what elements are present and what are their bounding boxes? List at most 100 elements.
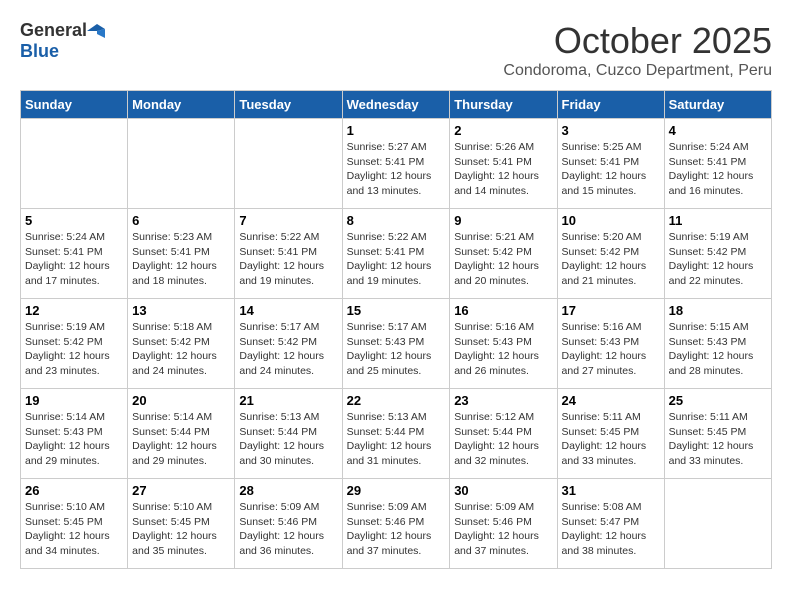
calendar-day-cell: 20 Sunrise: 5:14 AM Sunset: 5:44 PM Dayli… bbox=[128, 389, 235, 479]
day-number: 15 bbox=[347, 303, 446, 318]
day-info: Sunrise: 5:19 AM Sunset: 5:42 PM Dayligh… bbox=[669, 230, 767, 289]
calendar-day-cell: 25 Sunrise: 5:11 AM Sunset: 5:45 PM Dayli… bbox=[664, 389, 771, 479]
day-number: 7 bbox=[239, 213, 337, 228]
title-area: October 2025 Condoroma, Cuzco Department… bbox=[503, 20, 772, 80]
day-info: Sunrise: 5:17 AM Sunset: 5:42 PM Dayligh… bbox=[239, 320, 337, 379]
calendar-day-cell: 13Sunrise: 5:18 AM Sunset: 5:42 PM Dayli… bbox=[128, 299, 235, 389]
calendar-table: SundayMondayTuesdayWednesdayThursdayFrid… bbox=[20, 90, 772, 569]
day-number: 12 bbox=[25, 303, 123, 318]
weekday-header-thursday: Thursday bbox=[450, 91, 557, 119]
day-number: 29 bbox=[347, 483, 446, 498]
day-number: 8 bbox=[347, 213, 446, 228]
calendar-day-cell: 10 Sunrise: 5:20 AM Sunset: 5:42 PM Dayli… bbox=[557, 209, 664, 299]
day-info: Sunrise: 5:11 AM Sunset: 5:45 PM Dayligh… bbox=[669, 410, 767, 469]
calendar-day-cell: 23Sunrise: 5:12 AM Sunset: 5:44 PM Dayli… bbox=[450, 389, 557, 479]
calendar-day-cell: 12 Sunrise: 5:19 AM Sunset: 5:42 PM Dayli… bbox=[21, 299, 128, 389]
day-number: 27 bbox=[132, 483, 230, 498]
day-info: Sunrise: 5:09 AM Sunset: 5:46 PM Dayligh… bbox=[347, 500, 446, 559]
day-number: 4 bbox=[669, 123, 767, 138]
empty-cell bbox=[21, 119, 128, 209]
calendar-day-cell: 4 Sunrise: 5:24 AM Sunset: 5:41 PM Daylig… bbox=[664, 119, 771, 209]
day-info: Sunrise: 5:08 AM Sunset: 5:47 PM Dayligh… bbox=[562, 500, 660, 559]
day-number: 6 bbox=[132, 213, 230, 228]
location-title: Condoroma, Cuzco Department, Peru bbox=[503, 62, 772, 80]
empty-cell bbox=[664, 479, 771, 569]
day-number: 9 bbox=[454, 213, 552, 228]
day-number: 3 bbox=[562, 123, 660, 138]
calendar-day-cell: 2Sunrise: 5:26 AM Sunset: 5:41 PM Daylig… bbox=[450, 119, 557, 209]
day-info: Sunrise: 5:22 AM Sunset: 5:41 PM Dayligh… bbox=[347, 230, 446, 289]
day-info: Sunrise: 5:16 AM Sunset: 5:43 PM Dayligh… bbox=[562, 320, 660, 379]
calendar-week-row: 26 Sunrise: 5:10 AM Sunset: 5:45 PM Dayli… bbox=[21, 479, 772, 569]
day-info: Sunrise: 5:23 AM Sunset: 5:41 PM Dayligh… bbox=[132, 230, 230, 289]
day-info: Sunrise: 5:15 AM Sunset: 5:43 PM Dayligh… bbox=[669, 320, 767, 379]
logo-blue-text: Blue bbox=[20, 41, 59, 61]
day-number: 1 bbox=[347, 123, 446, 138]
calendar-week-row: 12 Sunrise: 5:19 AM Sunset: 5:42 PM Dayli… bbox=[21, 299, 772, 389]
day-info: Sunrise: 5:11 AM Sunset: 5:45 PM Dayligh… bbox=[562, 410, 660, 469]
calendar-day-cell: 21 Sunrise: 5:13 AM Sunset: 5:44 PM Dayli… bbox=[235, 389, 342, 479]
calendar-day-cell: 22 Sunrise: 5:13 AM Sunset: 5:44 PM Dayli… bbox=[342, 389, 450, 479]
calendar-week-row: 1 Sunrise: 5:27 AM Sunset: 5:41 PM Daylig… bbox=[21, 119, 772, 209]
day-info: Sunrise: 5:27 AM Sunset: 5:41 PM Dayligh… bbox=[347, 140, 446, 199]
day-info: Sunrise: 5:19 AM Sunset: 5:42 PM Dayligh… bbox=[25, 320, 123, 379]
calendar-day-cell: 19Sunrise: 5:14 AM Sunset: 5:43 PM Dayli… bbox=[21, 389, 128, 479]
calendar-day-cell: 6 Sunrise: 5:23 AM Sunset: 5:41 PM Daylig… bbox=[128, 209, 235, 299]
day-number: 31 bbox=[562, 483, 660, 498]
calendar-day-cell: 16Sunrise: 5:16 AM Sunset: 5:43 PM Dayli… bbox=[450, 299, 557, 389]
calendar-day-cell: 31 Sunrise: 5:08 AM Sunset: 5:47 PM Dayli… bbox=[557, 479, 664, 569]
day-info: Sunrise: 5:22 AM Sunset: 5:41 PM Dayligh… bbox=[239, 230, 337, 289]
weekday-header-sunday: Sunday bbox=[21, 91, 128, 119]
calendar-day-cell: 14Sunrise: 5:17 AM Sunset: 5:42 PM Dayli… bbox=[235, 299, 342, 389]
calendar-day-cell: 15 Sunrise: 5:17 AM Sunset: 5:43 PM Dayli… bbox=[342, 299, 450, 389]
calendar-day-cell: 18Sunrise: 5:15 AM Sunset: 5:43 PM Dayli… bbox=[664, 299, 771, 389]
day-info: Sunrise: 5:10 AM Sunset: 5:45 PM Dayligh… bbox=[25, 500, 123, 559]
calendar-day-cell: 8 Sunrise: 5:22 AM Sunset: 5:41 PM Daylig… bbox=[342, 209, 450, 299]
day-info: Sunrise: 5:09 AM Sunset: 5:46 PM Dayligh… bbox=[454, 500, 552, 559]
calendar-day-cell: 7 Sunrise: 5:22 AM Sunset: 5:41 PM Daylig… bbox=[235, 209, 342, 299]
calendar-day-cell: 9 Sunrise: 5:21 AM Sunset: 5:42 PM Daylig… bbox=[450, 209, 557, 299]
day-info: Sunrise: 5:14 AM Sunset: 5:44 PM Dayligh… bbox=[132, 410, 230, 469]
day-number: 24 bbox=[562, 393, 660, 408]
day-number: 20 bbox=[132, 393, 230, 408]
day-number: 11 bbox=[669, 213, 767, 228]
day-number: 25 bbox=[669, 393, 767, 408]
month-title: October 2025 bbox=[503, 20, 772, 62]
weekday-header-wednesday: Wednesday bbox=[342, 91, 450, 119]
logo-bird-icon bbox=[87, 24, 105, 38]
day-info: Sunrise: 5:24 AM Sunset: 5:41 PM Dayligh… bbox=[25, 230, 123, 289]
day-info: Sunrise: 5:17 AM Sunset: 5:43 PM Dayligh… bbox=[347, 320, 446, 379]
day-info: Sunrise: 5:10 AM Sunset: 5:45 PM Dayligh… bbox=[132, 500, 230, 559]
calendar-week-row: 19Sunrise: 5:14 AM Sunset: 5:43 PM Dayli… bbox=[21, 389, 772, 479]
day-info: Sunrise: 5:18 AM Sunset: 5:42 PM Dayligh… bbox=[132, 320, 230, 379]
day-number: 22 bbox=[347, 393, 446, 408]
day-info: Sunrise: 5:20 AM Sunset: 5:42 PM Dayligh… bbox=[562, 230, 660, 289]
calendar-day-cell: 5 Sunrise: 5:24 AM Sunset: 5:41 PM Daylig… bbox=[21, 209, 128, 299]
weekday-header-saturday: Saturday bbox=[664, 91, 771, 119]
day-number: 28 bbox=[239, 483, 337, 498]
day-info: Sunrise: 5:13 AM Sunset: 5:44 PM Dayligh… bbox=[347, 410, 446, 469]
calendar-day-cell: 3Sunrise: 5:25 AM Sunset: 5:41 PM Daylig… bbox=[557, 119, 664, 209]
calendar-day-cell: 30Sunrise: 5:09 AM Sunset: 5:46 PM Dayli… bbox=[450, 479, 557, 569]
calendar-day-cell: 1 Sunrise: 5:27 AM Sunset: 5:41 PM Daylig… bbox=[342, 119, 450, 209]
day-number: 19 bbox=[25, 393, 123, 408]
calendar-day-cell: 28Sunrise: 5:09 AM Sunset: 5:46 PM Dayli… bbox=[235, 479, 342, 569]
calendar-day-cell: 17 Sunrise: 5:16 AM Sunset: 5:43 PM Dayli… bbox=[557, 299, 664, 389]
calendar-day-cell: 26 Sunrise: 5:10 AM Sunset: 5:45 PM Dayli… bbox=[21, 479, 128, 569]
day-number: 21 bbox=[239, 393, 337, 408]
day-number: 26 bbox=[25, 483, 123, 498]
day-number: 2 bbox=[454, 123, 552, 138]
empty-cell bbox=[128, 119, 235, 209]
day-info: Sunrise: 5:21 AM Sunset: 5:42 PM Dayligh… bbox=[454, 230, 552, 289]
day-number: 17 bbox=[562, 303, 660, 318]
day-number: 5 bbox=[25, 213, 123, 228]
logo: General Blue bbox=[20, 20, 105, 62]
day-number: 16 bbox=[454, 303, 552, 318]
day-info: Sunrise: 5:13 AM Sunset: 5:44 PM Dayligh… bbox=[239, 410, 337, 469]
calendar-day-cell: 24 Sunrise: 5:11 AM Sunset: 5:45 PM Dayli… bbox=[557, 389, 664, 479]
calendar-day-cell: 29 Sunrise: 5:09 AM Sunset: 5:46 PM Dayli… bbox=[342, 479, 450, 569]
empty-cell bbox=[235, 119, 342, 209]
day-number: 10 bbox=[562, 213, 660, 228]
calendar-day-cell: 11 Sunrise: 5:19 AM Sunset: 5:42 PM Dayli… bbox=[664, 209, 771, 299]
day-info: Sunrise: 5:24 AM Sunset: 5:41 PM Dayligh… bbox=[669, 140, 767, 199]
